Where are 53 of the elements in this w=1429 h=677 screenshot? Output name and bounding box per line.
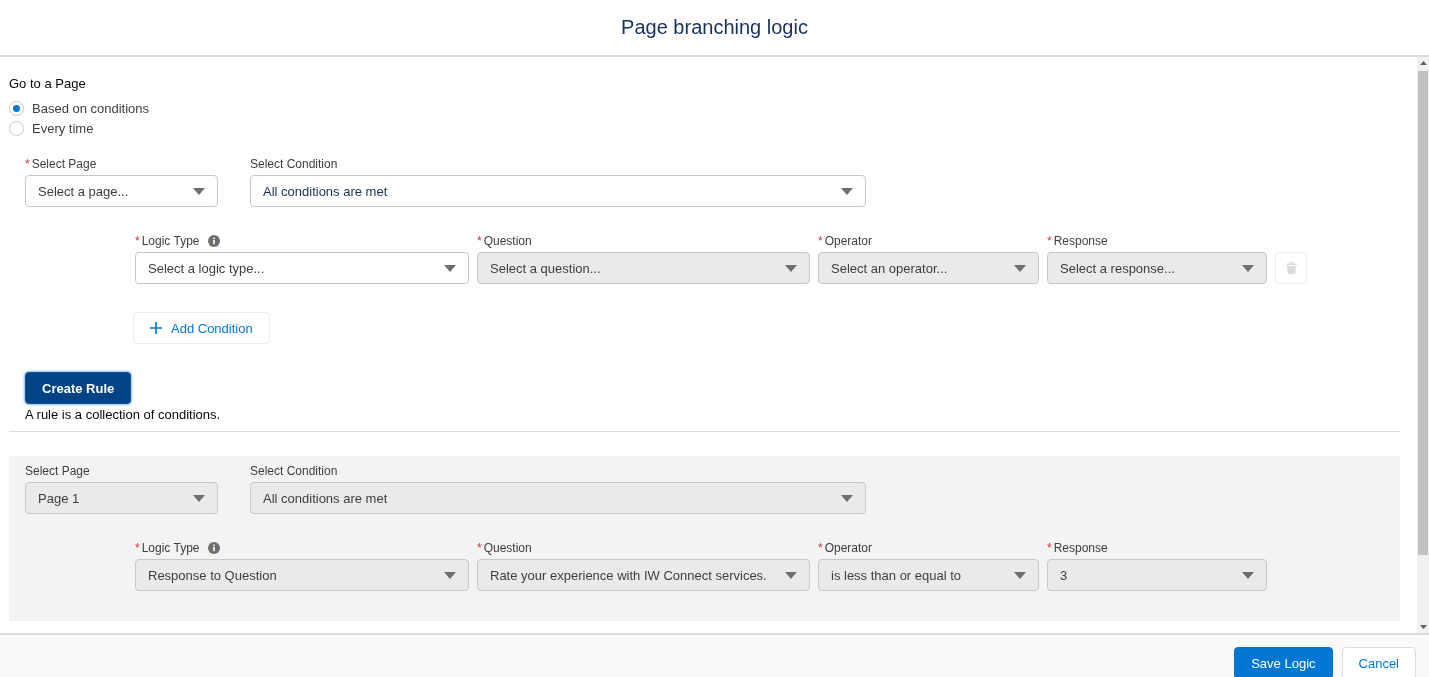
field-label: Select Condition [250,464,338,478]
required-asterisk: * [135,234,140,248]
required-asterisk: * [135,541,140,555]
scroll-up-icon[interactable] [1419,61,1427,65]
field-label: Question [483,234,532,248]
radio-label: Every time [32,121,94,136]
add-condition-button[interactable]: Add Condition [133,312,270,344]
field-label: Logic Type [141,541,200,555]
caret-icon [1242,264,1254,272]
field-label: Operator [824,234,873,248]
caret-icon [1014,264,1026,272]
caret-icon [841,187,853,195]
radio-label: Based on conditions [32,101,150,116]
field-label: Logic Type [141,234,200,248]
field-label: Response [1053,541,1108,555]
required-asterisk: * [818,541,823,555]
hint-text: A rule is a collection of conditions. [25,407,222,422]
required-asterisk: * [477,541,482,555]
info-icon[interactable] [207,235,220,247]
field-label: Question [483,541,532,555]
scroll-down-icon[interactable] [1419,625,1427,629]
required-asterisk: * [477,234,482,248]
scrollbar[interactable] [1417,57,1429,633]
required-asterisk: * [25,157,30,171]
required-asterisk: * [1047,234,1052,248]
required-asterisk: * [1047,541,1052,555]
section-label: Go to a Page [9,76,87,91]
trash-icon [1285,262,1297,274]
caret-icon [785,264,797,272]
caret-icon [1014,571,1026,579]
field-label: Operator [824,541,873,555]
save-logic-button[interactable]: Save Logic [1234,647,1333,677]
radio-button[interactable] [9,121,24,136]
field-label: Select Condition [250,157,338,171]
cancel-button[interactable]: Cancel [1341,647,1416,677]
caret-icon [841,494,853,502]
radio-button[interactable] [9,101,24,116]
required-asterisk: * [818,234,823,248]
dropdown[interactable]: Select a logic type... [135,252,469,284]
caret-icon [193,187,205,195]
caret-icon [1242,571,1254,579]
field-label: Response [1053,234,1108,248]
caret-icon [444,264,456,272]
dropdown[interactable]: Select a page... [25,175,218,207]
field-label: Select Page [31,157,97,171]
dropdown[interactable]: All conditions are met [250,175,866,207]
create-rule-button[interactable]: Create Rule [25,372,132,404]
caret-icon [785,571,797,579]
plus-icon [150,322,162,334]
field-label: Select Page [25,464,90,478]
modal-title: Page branching logic [621,16,808,39]
caret-icon [444,571,456,579]
caret-icon [193,494,205,502]
